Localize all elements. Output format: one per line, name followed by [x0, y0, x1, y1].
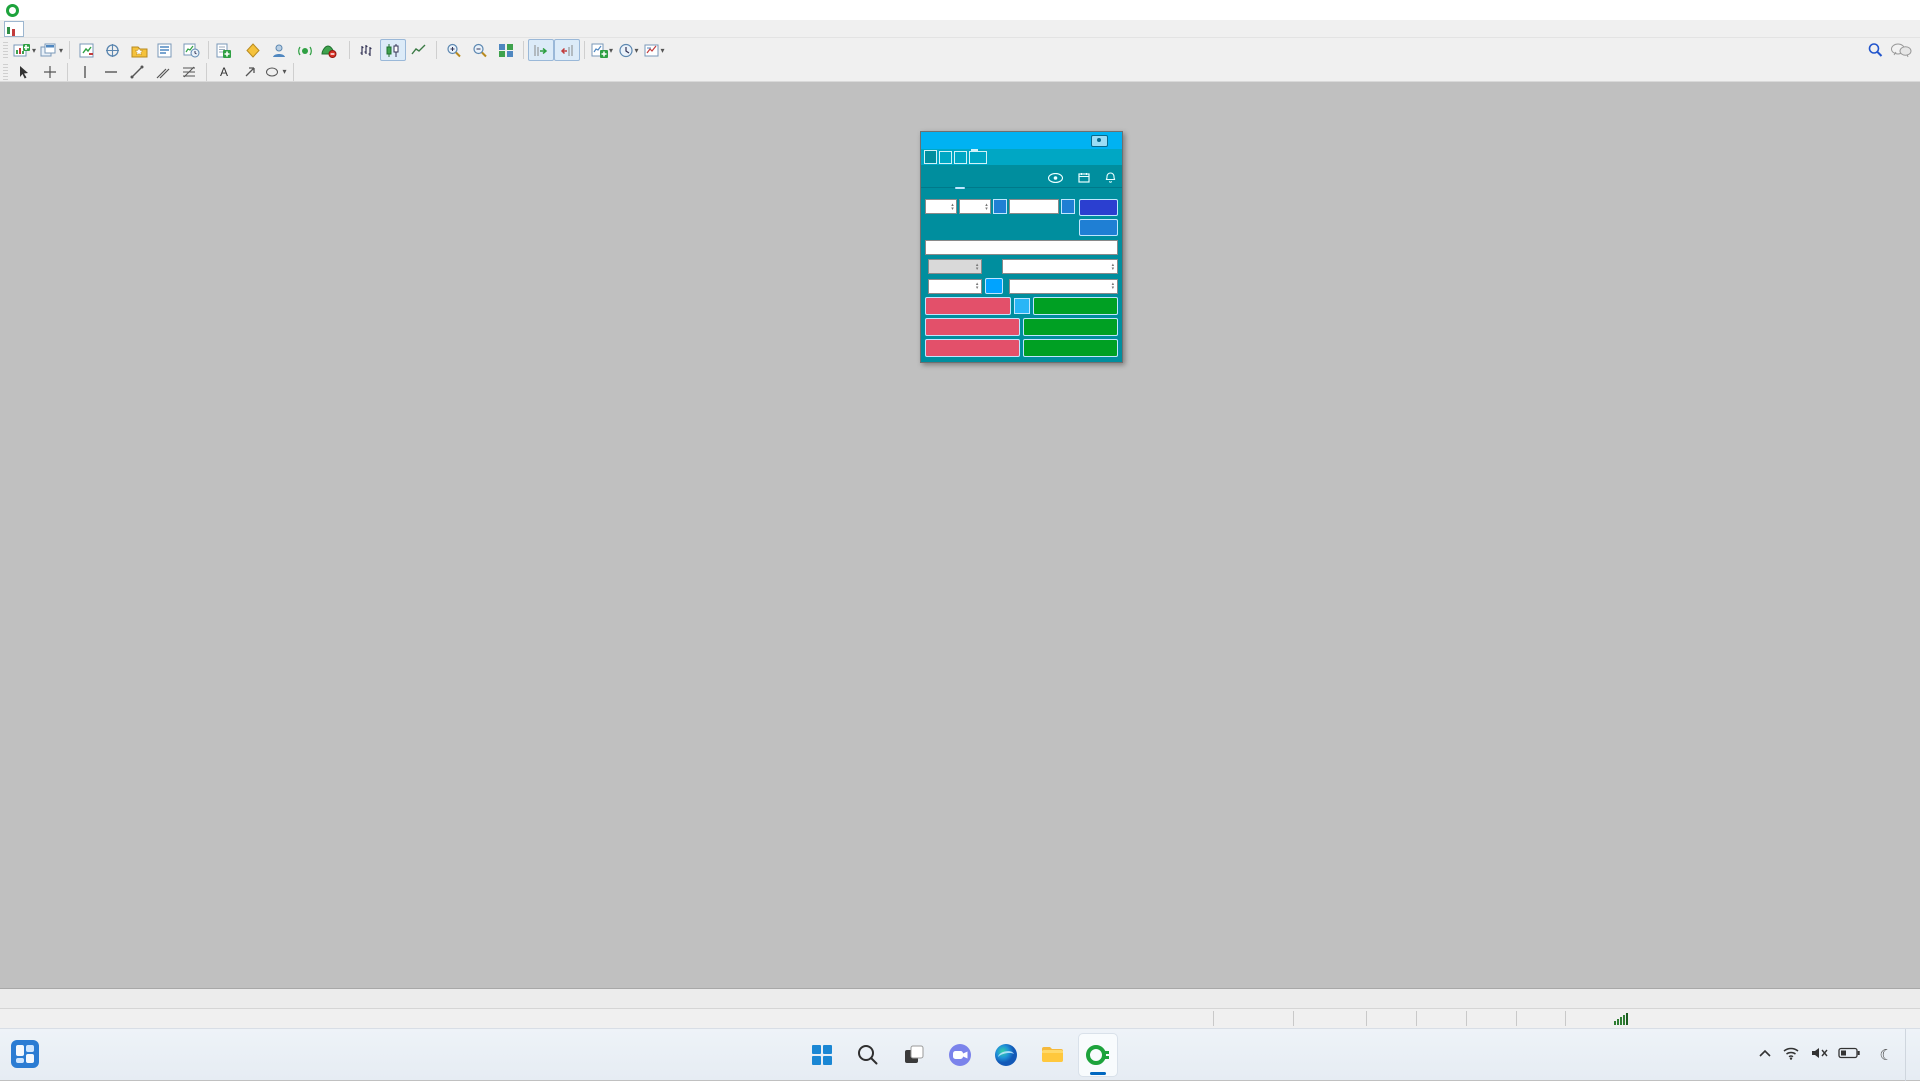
- channel-tool[interactable]: [150, 61, 176, 83]
- bar-chart-button[interactable]: [354, 39, 380, 61]
- periods-button[interactable]: ▾: [615, 39, 641, 61]
- confirm-checkbox[interactable]: [1014, 298, 1030, 314]
- show-desktop-button[interactable]: [1905, 1029, 1910, 1081]
- title-bar: [0, 0, 1920, 20]
- shapes-tool[interactable]: ▾: [263, 61, 289, 83]
- lines-button[interactable]: [1079, 219, 1118, 236]
- tile-windows-button[interactable]: [493, 39, 519, 61]
- chart-window-icon: [4, 21, 24, 37]
- sell-limit-button[interactable]: [925, 339, 1020, 357]
- lot-field[interactable]: ▴▾: [928, 259, 982, 274]
- sell-stop-button[interactable]: [925, 318, 1020, 336]
- chart-tab-bar: [0, 988, 1920, 1008]
- windows-taskbar: ☾: [0, 1028, 1920, 1080]
- task-view-icon[interactable]: [894, 1033, 934, 1077]
- toolbar-grip: [3, 42, 8, 58]
- panel-symbol: [924, 150, 937, 164]
- zoom-in-button[interactable]: [441, 39, 467, 61]
- market-watch-button[interactable]: [74, 39, 100, 61]
- rtp-field[interactable]: ▴▾: [925, 199, 957, 214]
- fibonacci-tool[interactable]: [176, 61, 202, 83]
- next-symbol-button[interactable]: [954, 151, 967, 164]
- screenshot-icon[interactable]: [1091, 135, 1108, 147]
- mt4-app-icon: [6, 4, 19, 17]
- community-chat-icon[interactable]: [1888, 39, 1914, 61]
- menu-bar: [0, 20, 1920, 38]
- templates-button[interactable]: ▾: [641, 39, 667, 61]
- bell-icon[interactable]: [1105, 172, 1116, 186]
- buy-limit-button[interactable]: [1023, 339, 1118, 357]
- restore-button[interactable]: [1828, 0, 1874, 20]
- comment-field[interactable]: [925, 240, 1118, 255]
- line-chart-button[interactable]: [406, 39, 432, 61]
- rr-badge: [955, 187, 965, 189]
- prev-symbol-button[interactable]: [939, 151, 952, 164]
- search-icon[interactable]: [1862, 39, 1888, 61]
- vertical-line-tool[interactable]: [72, 61, 98, 83]
- buy-button[interactable]: [1033, 297, 1119, 315]
- svg-text:A: A: [220, 65, 228, 79]
- risk-plus-button[interactable]: [1061, 199, 1075, 214]
- standard-toolbar: ▾ ▾ ▾ ▾ ▾: [0, 38, 1920, 62]
- lot-calc-button[interactable]: [1079, 199, 1118, 216]
- status-bar: [0, 1008, 1920, 1028]
- folder-icon[interactable]: [969, 151, 987, 164]
- connection-bars-icon: [1614, 1013, 1628, 1025]
- text-tool[interactable]: A: [211, 61, 237, 83]
- volume-muted-icon[interactable]: [1810, 1046, 1828, 1065]
- search-taskbar-icon[interactable]: [848, 1033, 888, 1077]
- navigator-button[interactable]: [126, 39, 152, 61]
- risk-minus-button[interactable]: [993, 199, 1007, 214]
- risk-field[interactable]: [1009, 199, 1059, 214]
- mt4-taskbar-icon[interactable]: [1078, 1033, 1118, 1077]
- eye-icon[interactable]: [1048, 173, 1063, 186]
- price-button[interactable]: [985, 278, 1003, 294]
- crosshair-tool[interactable]: [37, 61, 63, 83]
- entry-field[interactable]: ▴▾: [1002, 259, 1118, 274]
- tray-chevron-icon[interactable]: [1758, 1046, 1772, 1064]
- night-mode-icon: ☾: [1880, 1046, 1893, 1064]
- close-button[interactable]: [1874, 0, 1920, 20]
- calendar-icon[interactable]: [1078, 172, 1090, 186]
- new-chart-button[interactable]: ▾: [11, 39, 38, 61]
- sl-field[interactable]: ▴▾: [1009, 279, 1118, 294]
- wifi-icon[interactable]: [1782, 1046, 1800, 1065]
- minimize-button[interactable]: [1782, 0, 1828, 20]
- community-profile-button[interactable]: [266, 39, 292, 61]
- indicators-button[interactable]: ▾: [589, 39, 615, 61]
- chat-icon[interactable]: [940, 1033, 980, 1077]
- sell-button[interactable]: [925, 297, 1011, 315]
- chart-shift-button[interactable]: [554, 39, 580, 61]
- line-studies-toolbar: A ▾: [0, 62, 1920, 82]
- tp-field[interactable]: ▴▾: [928, 279, 982, 294]
- file-explorer-icon[interactable]: [1032, 1033, 1072, 1077]
- horizontal-line-tool[interactable]: [98, 61, 124, 83]
- cursor-tool[interactable]: [11, 61, 37, 83]
- profiles-button[interactable]: ▾: [38, 39, 65, 61]
- trendline-tool[interactable]: [124, 61, 150, 83]
- widgets-icon[interactable]: [10, 1039, 40, 1074]
- auto-scroll-button[interactable]: [528, 39, 554, 61]
- strategy-tester-button[interactable]: [178, 39, 204, 61]
- zoom-out-button[interactable]: [467, 39, 493, 61]
- edge-icon[interactable]: [986, 1033, 1026, 1077]
- data-window-button[interactable]: [100, 39, 126, 61]
- buy-stop-button[interactable]: [1023, 318, 1118, 336]
- signals-button[interactable]: [292, 39, 318, 61]
- candlestick-chart-button[interactable]: [380, 39, 406, 61]
- terminal-button[interactable]: [152, 39, 178, 61]
- battery-icon[interactable]: [1838, 1046, 1860, 1064]
- autotrading-button[interactable]: [318, 39, 345, 61]
- metaeditor-button[interactable]: [240, 39, 266, 61]
- arrows-tool[interactable]: [237, 61, 263, 83]
- start-button[interactable]: [802, 1033, 842, 1077]
- panel-title-bar[interactable]: [921, 132, 1122, 149]
- toolbar-grip: [3, 64, 8, 80]
- new-order-button[interactable]: [213, 39, 240, 61]
- trade-assistant-panel: ▴▾ ▴▾ ▴▾ ▴▾ ▴: [920, 131, 1123, 363]
- rsl-field[interactable]: ▴▾: [959, 199, 991, 214]
- chart-workspace: ▴▾ ▴▾ ▴▾ ▴▾ ▴: [0, 82, 1920, 988]
